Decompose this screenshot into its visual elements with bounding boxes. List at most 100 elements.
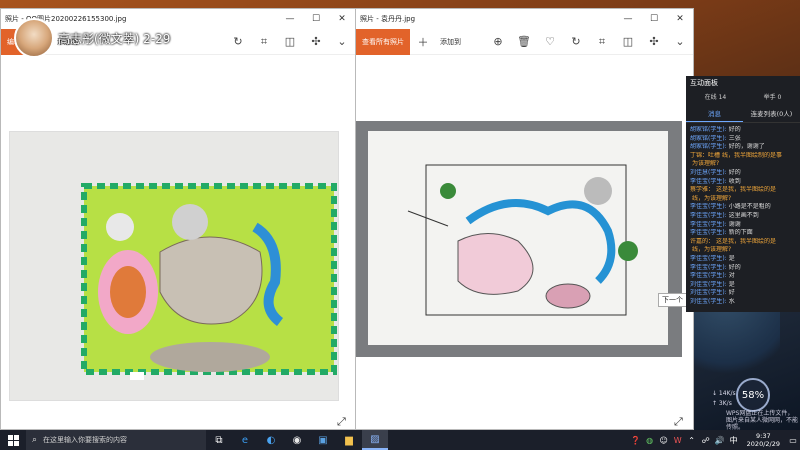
files-icon[interactable]: ▆ [336, 430, 362, 450]
message-item: 李佳宝(学生): 小路是不是粗的 [690, 203, 796, 212]
chrome-icon[interactable]: ◉ [284, 430, 310, 450]
wps-icon[interactable]: W [671, 436, 685, 445]
message-sender: 许嘉的： [690, 237, 715, 245]
message-list: 胡家铭(学生): 好的 胡家铭(学生): 三张 胡家铭(学生): 好的，谢谢了 丁锦：吐槽线… [686, 123, 800, 309]
message-sender: 刘佳宝(学生): [690, 289, 727, 297]
tab-mic-list[interactable]: 连麦列表(0人) [743, 105, 800, 122]
rotate-icon[interactable]: ↻ [225, 29, 251, 55]
network-icon[interactable]: ☍ [699, 436, 713, 445]
start-button[interactable] [0, 430, 26, 450]
photos-window-left: 照片 - QQ图片20200226155300.jpg — ☐ ✕ 编辑 ＋ 添… [0, 8, 356, 430]
message-text: 这里画不到 [728, 211, 759, 219]
landscape-plan-sketch-photo: › [356, 121, 682, 357]
message-sender: 丁锦：吐槽 [690, 151, 721, 159]
ime-icon[interactable]: 中 [727, 435, 741, 446]
delete-icon[interactable]: 🗑 [511, 29, 537, 55]
panel-tabs: 消息 连麦列表(0人) [686, 105, 800, 123]
message-sender: 李佳宝(学生): [690, 254, 727, 262]
store-icon[interactable]: ▣ [310, 430, 336, 450]
heart-icon[interactable]: ♡ [537, 29, 563, 55]
message-text: 为该理解? [692, 160, 720, 168]
image-viewer-left: ⤢ [1, 55, 355, 429]
message-text: 新的下面 [728, 229, 753, 237]
photos-icon[interactable]: ▨ [362, 430, 388, 450]
taskbar-search[interactable]: ⌕ 在这里输入你要搜索的内容 [26, 430, 206, 450]
screen-icon[interactable]: ◫ [277, 29, 303, 55]
titlebar-right: 照片 - 袁丹丹.jpg — ☐ ✕ [356, 9, 693, 29]
message-item: 胡家铭(学生): 好的 [690, 126, 796, 135]
speed-gauge[interactable]: 58% [736, 378, 770, 412]
user-icon[interactable]: ☺ [657, 436, 671, 445]
rotate-icon[interactable]: ↻ [563, 29, 589, 55]
message-text: 线，为该理解? [692, 194, 732, 202]
message-sender: 李佳宝(学生): [690, 220, 727, 228]
message-item: 李佳宝(学生): 对 [690, 272, 796, 281]
maximize-button[interactable]: ☐ [641, 9, 667, 29]
fullscreen-icon[interactable]: ⤢ [337, 415, 346, 429]
edge-icon[interactable]: e [232, 430, 258, 450]
minimize-button[interactable]: — [615, 9, 641, 29]
screen-icon[interactable]: ◫ [615, 29, 641, 55]
effects-icon[interactable]: ✣ [641, 29, 667, 55]
message-item: 为该理解? [690, 160, 796, 169]
message-item: 蔡学雅： 这是我，我半图绘的是 [690, 186, 796, 195]
message-item: 线，为该理解? [690, 246, 796, 255]
message-sender: 李佳宝(学生): [690, 177, 727, 185]
tab-messages[interactable]: 消息 [686, 105, 743, 122]
maximize-button[interactable]: ☐ [303, 9, 329, 29]
chevron-down-icon[interactable]: ⌄ [329, 29, 355, 55]
view-all-label: 查看所有照片 [362, 37, 404, 46]
minimize-button[interactable]: — [277, 9, 303, 29]
panel-stats: 在线 14 举手 0 [686, 88, 800, 105]
window-title-right: 照片 - 袁丹丹.jpg [360, 15, 416, 23]
qq-browser-icon[interactable]: ◐ [258, 430, 284, 450]
message-text: 好的 [728, 126, 741, 133]
online-count: 在线 14 [704, 94, 727, 101]
message-sender: 李佳宝(学生): [690, 272, 727, 280]
message-text: 好 [728, 289, 735, 297]
message-text: 好的 [728, 168, 741, 176]
clock[interactable]: 9:37 2020/2/29 [741, 432, 786, 448]
message-item: 刘佳宝(学生): 是 [690, 281, 796, 290]
message-sender: 胡家铭(学生): [690, 143, 727, 151]
message-item: 刘佳慧(学生): 好的 [690, 169, 796, 178]
add-to-label[interactable]: 添加到 [436, 37, 465, 47]
fullscreen-icon[interactable]: ⤢ [674, 415, 683, 429]
zoom-icon[interactable]: ⊕ [485, 29, 511, 55]
message-item: 李佳宝(学生): 收到 [690, 178, 796, 187]
crop-icon[interactable]: ⌗ [589, 29, 615, 55]
message-item: 丁锦：吐槽 线，我半图绘制的是事 [690, 152, 796, 161]
message-item: 刘佳宝(学生): 水 [690, 298, 796, 307]
message-item: 李佳宝(学生): 新的下面 [690, 229, 796, 238]
net-download: ↓ 14K/s [712, 390, 736, 397]
message-item: 刘佳宝(学生): 好 [690, 289, 796, 298]
windows-logo-icon [7, 434, 19, 446]
volume-icon[interactable]: 🔊 [713, 436, 727, 445]
help-icon[interactable]: ❓ [629, 436, 643, 445]
task-view-icon[interactable]: ⧉ [206, 430, 232, 450]
message-sender: 李佳宝(学生): [690, 211, 727, 219]
avatar [14, 18, 54, 58]
close-button[interactable]: ✕ [667, 9, 693, 29]
system-tray: ❓ ◍ ☺ W ⌃ ☍ 🔊 中 9:37 2020/2/29 ▭ [629, 430, 800, 450]
taskbar: ⌕ 在这里输入你要搜索的内容 ⧉ e ◐ ◉ ▣ ▆ ▨ ❓ ◍ ☺ W ⌃ ☍… [0, 430, 800, 450]
wechat-icon[interactable]: ◍ [643, 436, 657, 445]
chevron-up-icon[interactable]: ⌃ [685, 436, 699, 445]
effects-icon[interactable]: ✣ [303, 29, 329, 55]
message-text: 对 [728, 272, 735, 280]
clock-date: 2020/2/29 [746, 440, 780, 448]
message-text: 是 [728, 254, 735, 262]
message-text: 三张 [728, 134, 741, 142]
next-tooltip: 下一个 [658, 293, 687, 307]
toolbar-right: 查看所有照片 ＋ 添加到 ⊕ 🗑 ♡ ↻ ⌗ ◫ ✣ ⌄ [356, 28, 693, 55]
notification-icon[interactable]: ▭ [786, 436, 800, 445]
interaction-panel: 互动面板 在线 14 举手 0 消息 连麦列表(0人) 胡家铭(学生): 好的 胡家… [686, 76, 800, 312]
view-all-photos-button[interactable]: 查看所有照片 [356, 28, 410, 55]
search-placeholder: 在这里输入你要搜索的内容 [43, 436, 128, 444]
chevron-down-icon[interactable]: ⌄ [667, 29, 693, 55]
add-icon[interactable]: ＋ [410, 29, 436, 55]
image-viewer-right: › 下一个 ⤢ [356, 55, 693, 429]
crop-icon[interactable]: ⌗ [251, 29, 277, 55]
close-button[interactable]: ✕ [329, 9, 355, 29]
message-text: 水 [728, 297, 735, 305]
